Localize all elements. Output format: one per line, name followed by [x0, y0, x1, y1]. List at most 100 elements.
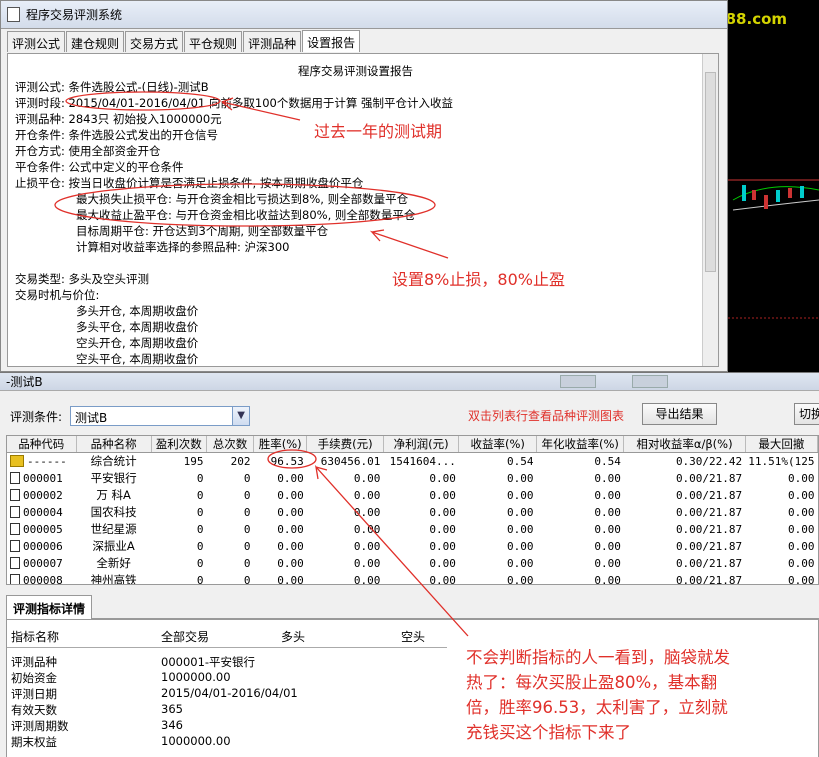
col-header[interactable]: 总次数 [206, 436, 255, 453]
col-header[interactable]: 品种名称 [76, 436, 152, 453]
col-header[interactable]: 盈利次数 [151, 436, 208, 453]
table-cell: 0.00 [429, 556, 456, 570]
table-cell: 0.00 [506, 471, 534, 485]
report-line: 交易时机与价位: [15, 288, 100, 302]
table-row[interactable]: 000005 世纪星源 0 0 0.00 0.00 0.00 0.00 0.00 0.00/21.… [7, 521, 818, 538]
table-row[interactable]: 000007 全新好 0 0 0.00 0.00 0.00 0.00 0.00 0.00/21.8… [7, 555, 818, 572]
col-header[interactable]: 净利润(元) [383, 436, 460, 453]
results-title: -测试B [6, 375, 43, 389]
tab-detail[interactable]: 评测指标详情 [6, 595, 93, 619]
candle [776, 190, 780, 202]
table-cell: 0 [196, 471, 204, 485]
col-header[interactable]: 手续费(元) [306, 436, 384, 453]
detail-value: 000001-平安银行 [161, 655, 256, 669]
table-cell: 0.00 [594, 505, 621, 519]
tab-close-rule[interactable]: 平仓规则 [184, 31, 243, 52]
table-cell: 0 [196, 556, 204, 570]
report-textbox[interactable]: 程序交易评测设置报告 评测公式: 条件选股公式-(日线)-测试B 评测时段: 2… [7, 53, 719, 367]
detail-header: 指标名称 [11, 630, 60, 644]
tab-report[interactable]: 设置报告 [302, 30, 361, 52]
table-cell: 0.00 [788, 522, 815, 536]
table-cell: 世纪星源 [90, 522, 137, 536]
table-cell: 0.00/21.87 [675, 539, 743, 553]
switch-button[interactable]: 切换 [794, 403, 819, 425]
report-line: 开仓方式: 使用全部资金开仓 [15, 144, 161, 158]
tab-open-rule[interactable]: 建仓规则 [66, 31, 125, 52]
symbol-code: 000007 [23, 556, 63, 570]
tab-trade-mode[interactable]: 交易方式 [125, 31, 184, 52]
report-scrollbar[interactable] [702, 54, 718, 366]
detail-label: 初始资金 [11, 671, 57, 685]
table-cell: 0 [196, 573, 204, 585]
symbol-code: 000005 [23, 522, 63, 536]
table-row[interactable]: 000006 深振业A 0 0 0.00 0.00 0.00 0.00 0.00 0.00/21.… [7, 538, 818, 555]
app-icon [7, 7, 20, 22]
table-cell: 000004 [7, 504, 76, 521]
col-header[interactable]: 品种代码 [7, 436, 77, 453]
results-table[interactable]: 品种代码 品种名称 盈利次数 总次数 胜率(%) 手续费(元) 净利润(元) 收… [6, 435, 819, 585]
dialog-titlebar[interactable]: 程序交易评测系统 [1, 1, 727, 29]
table-cell: 0.00 [429, 539, 456, 553]
candle [788, 188, 792, 198]
detail-value: 346 [161, 718, 183, 732]
table-cell: 195 [183, 454, 204, 468]
table-row[interactable]: 000004 国农科技 0 0 0.00 0.00 0.00 0.00 0.00 0.00/21.… [7, 504, 818, 521]
col-header[interactable]: 相对收益率α/β(%) [623, 436, 746, 453]
report-line: 计算相对收益率选择的参照品种: 沪深300 [76, 240, 290, 254]
table-cell: 0.00 [353, 488, 381, 502]
table-cell: 0.00 [277, 505, 304, 519]
table-cell: 202 [230, 454, 251, 468]
table-cell: 0.00 [277, 471, 304, 485]
scroll-thumb[interactable] [705, 72, 716, 272]
table-cell: 0.00 [429, 488, 456, 502]
titlebar-button[interactable] [632, 375, 668, 388]
table-cell: 0.00 [788, 573, 815, 585]
table-cell: 0.00 [594, 539, 621, 553]
tab-bar: 评测公式 建仓规则 交易方式 平仓规则 评测品种 设置报告 [7, 30, 361, 52]
table-cell: 0.00 [788, 505, 815, 519]
dialog-title: 程序交易评测系统 [26, 8, 123, 22]
table-cell: 000006 [7, 538, 76, 555]
tab-symbols[interactable]: 评测品种 [243, 31, 302, 52]
table-cell: 0.00 [506, 573, 534, 585]
table-cell: 0 [243, 505, 251, 519]
detail-value: 1000000.00 [161, 670, 231, 684]
table-cell: 0.00 [429, 522, 456, 536]
col-header[interactable]: 胜率(%) [253, 436, 308, 453]
table-row[interactable]: 000001 平安银行 0 0 0.00 0.00 0.00 0.00 0.00 0.00/21.… [7, 470, 818, 487]
tab-formula[interactable]: 评测公式 [7, 31, 66, 52]
col-header[interactable]: 收益率(%) [458, 436, 537, 453]
export-button[interactable]: 导出结果 [642, 403, 717, 425]
table-cell: 0.00 [788, 539, 815, 553]
candle [800, 186, 804, 198]
report-line: 平仓条件: 公式中定义的平仓条件 [15, 160, 184, 174]
table-row[interactable]: 000008 神州高铁 0 0 0.00 0.00 0.00 0.00 0.00 0.00/21.… [7, 572, 818, 585]
titlebar-button[interactable] [560, 375, 596, 388]
detail-value: 2015/04/01-2016/04/01 [161, 686, 298, 700]
titlebar-buttons [560, 375, 704, 388]
report-line: 评测时段: 2015/04/01-2016/04/01 向前多取100个数据用于… [15, 96, 454, 110]
table-row[interactable]: ------ 综合统计 195 202 96.53 630456.01 1541604...… [7, 453, 818, 470]
condition-select[interactable]: 测试B ▼ [70, 406, 251, 426]
table-header-row: 品种代码 品种名称 盈利次数 总次数 胜率(%) 手续费(元) 净利润(元) 收… [7, 436, 818, 453]
table-cell: 0.00 [353, 556, 381, 570]
table-row[interactable]: 000002 万 科A 0 0 0.00 0.00 0.00 0.00 0.00 0.00/21.… [7, 487, 818, 504]
table-cell: 000002 [7, 487, 76, 504]
annotation-comment-line: 热了：每次买股止盈80%，基本翻 [466, 673, 718, 692]
col-header[interactable]: 最大回撤 [745, 436, 818, 453]
report-line: 最大收益止盈平仓: 与开仓资金相比收益达到80%, 则全部数量平仓 [76, 208, 416, 222]
annotation-comment-line: 充钱买这个指标下来了 [466, 723, 631, 742]
report-line: 多头平仓, 本周期收盘价 [76, 320, 199, 334]
table-cell: 0.00 [506, 505, 534, 519]
chevron-down-icon[interactable]: ▼ [232, 407, 250, 425]
document-icon [10, 488, 20, 501]
table-cell: 0.00 [277, 573, 304, 585]
results-titlebar[interactable]: -测试B [0, 373, 819, 391]
detail-label: 期末权益 [11, 735, 57, 749]
table-cell: 0.00 [594, 488, 621, 502]
table-cell: 0.00 [353, 505, 381, 519]
table-cell: 0.00 [277, 488, 304, 502]
symbol-code: 000001 [23, 471, 63, 485]
col-header[interactable]: 年化收益率(%) [536, 436, 625, 453]
symbol-code: 000004 [23, 505, 63, 519]
